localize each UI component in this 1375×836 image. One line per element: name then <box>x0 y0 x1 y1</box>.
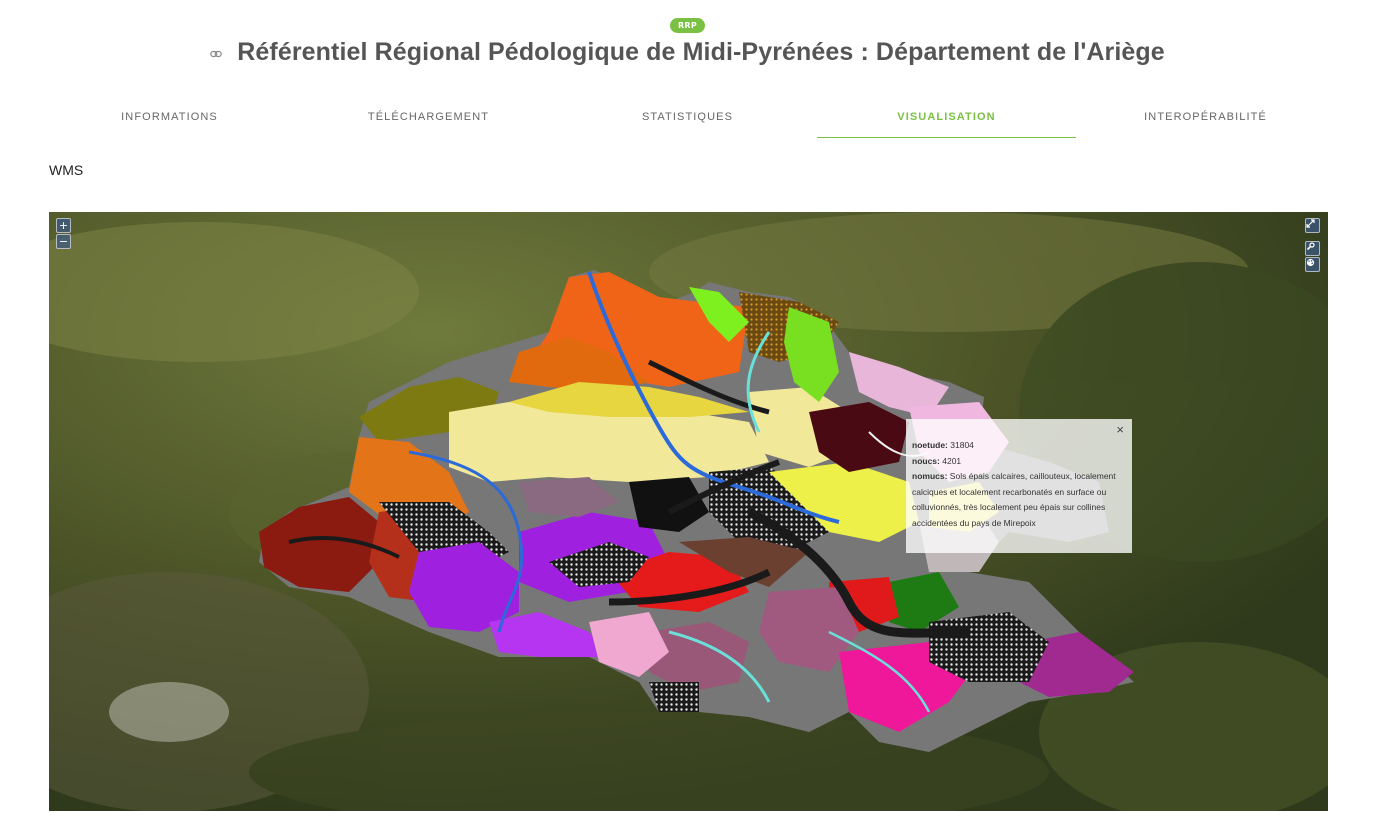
rrp-badge: RRP <box>669 18 706 33</box>
feature-info-popup[interactable]: × noetude: 31804 noucs: 4201 nomucs: Sol… <box>906 419 1132 553</box>
tab-statistiques[interactable]: STATISTIQUES <box>558 100 817 138</box>
zoom-in-button[interactable]: + <box>56 218 71 233</box>
tab-visualisation[interactable]: VISUALISATION <box>817 100 1076 138</box>
fullscreen-button[interactable] <box>1305 218 1320 233</box>
style-button[interactable] <box>1305 257 1320 272</box>
tab-bar: INFORMATIONS TÉLÉCHARGEMENT STATISTIQUES… <box>40 100 1335 138</box>
zoom-out-button[interactable]: − <box>56 234 71 249</box>
tab-telechargement[interactable]: TÉLÉCHARGEMENT <box>299 100 558 138</box>
popup-field-noucs: noucs: 4201 <box>912 455 962 466</box>
page-title: Référentiel Régional Pédologique de Midi… <box>237 38 1165 66</box>
palette-icon <box>1306 258 1315 267</box>
map-canvas[interactable] <box>49 212 1328 811</box>
wrench-icon <box>1306 242 1315 251</box>
badge-container: RRP <box>0 13 1375 33</box>
popup-close-button[interactable]: × <box>1116 422 1124 438</box>
popup-field-noetude: noetude: 31804 <box>912 440 974 450</box>
tab-interoperabilite[interactable]: INTEROPÉRABILITÉ <box>1076 100 1335 138</box>
tools-button[interactable] <box>1305 241 1320 256</box>
title-row: Référentiel Régional Pédologique de Midi… <box>0 38 1375 67</box>
link-icon[interactable] <box>210 43 222 62</box>
section-label: WMS <box>49 162 84 178</box>
popup-field-nomucs: nomucs: Sols épais calcaires, caillouteu… <box>912 471 1116 528</box>
expand-icon <box>1306 219 1315 228</box>
map-viewer[interactable]: + − × noetude: 31804 noucs: 4201 nomucs:… <box>49 212 1328 811</box>
tab-informations[interactable]: INFORMATIONS <box>40 100 299 138</box>
